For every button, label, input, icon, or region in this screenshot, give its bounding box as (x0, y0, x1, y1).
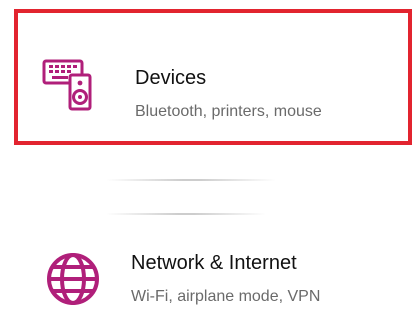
devices-icon (40, 51, 104, 115)
globe-icon (44, 250, 102, 308)
divider (106, 179, 276, 181)
devices-subtitle: Bluetooth, printers, mouse (135, 103, 322, 120)
network-subtitle: Wi-Fi, airplane mode, VPN (131, 288, 321, 305)
divider (106, 213, 266, 215)
settings-tile-network[interactable]: Network & Internet Wi-Fi, airplane mode,… (14, 218, 412, 314)
settings-tile-devices[interactable]: Devices Bluetooth, printers, mouse (14, 9, 412, 145)
network-title: Network & Internet (131, 252, 297, 274)
devices-title: Devices (135, 67, 207, 89)
